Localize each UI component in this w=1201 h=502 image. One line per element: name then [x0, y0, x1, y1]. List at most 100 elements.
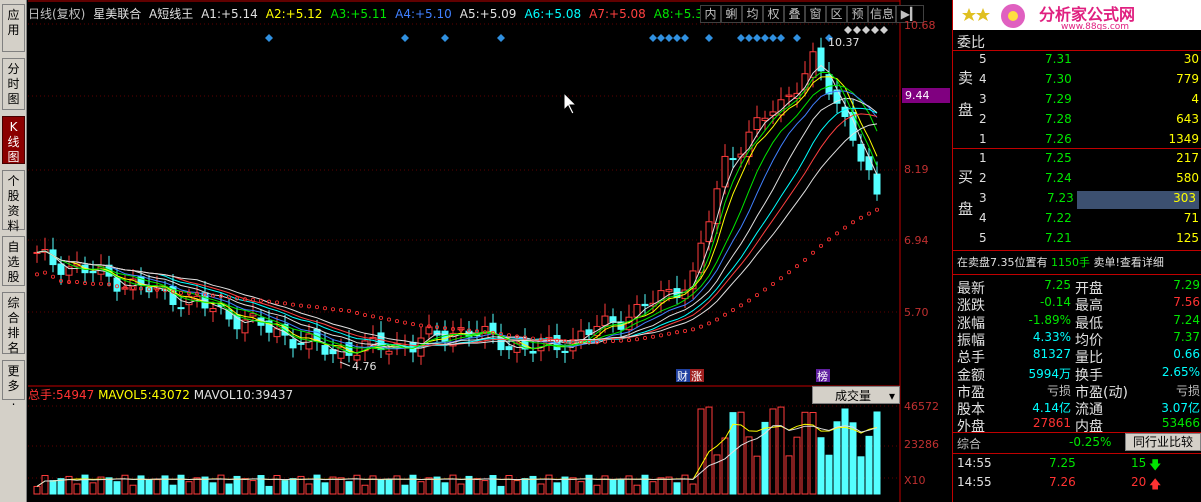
order-notice[interactable]: 在卖盘7.35位置有 1150手 卖单!查看详细 — [957, 254, 1164, 272]
signal-diamond — [441, 34, 449, 42]
signal-diamond — [665, 34, 673, 42]
level-price: 7.24 — [1045, 171, 1072, 185]
stat-value: -1.89% — [1028, 312, 1071, 327]
long-ma-dot — [274, 300, 279, 305]
bid-row[interactable]: 3 7.23 303 — [979, 191, 1199, 209]
logo-url: www.88gs.com — [1061, 22, 1129, 30]
left-tab-6[interactable]: 更 多 . — [2, 360, 25, 408]
signal-diamond — [769, 34, 777, 42]
long-ma-dot — [683, 328, 688, 333]
ask-row[interactable]: 5 7.31 30 — [953, 52, 1201, 70]
peer-compare-button[interactable]: 同行业比较 — [1125, 433, 1201, 451]
limit-up-tag: 涨 — [691, 370, 702, 383]
chart-area[interactable]: 10.37 4.76 财涨 榜 — [28, 0, 901, 502]
indicator-value-4: A4:+5.10 — [395, 7, 456, 21]
volume-bar — [129, 484, 137, 495]
candle-body — [865, 156, 873, 171]
long-ma-dot — [314, 305, 319, 310]
volume-bar — [321, 482, 329, 495]
long-ma-dot — [651, 334, 656, 339]
toolbar-button-3[interactable]: 权 — [763, 5, 784, 23]
candle-body — [33, 251, 41, 254]
long-ma-dot — [747, 298, 752, 303]
volume-tick-label: 46572 — [904, 400, 939, 413]
toolbar-button-5[interactable]: 窗 — [805, 5, 826, 23]
arrow-up-icon: 🡅 — [1149, 477, 1162, 491]
volume-bar — [505, 475, 513, 495]
volume-bar — [425, 477, 433, 495]
kline-chart[interactable]: 10.37 4.76 财涨 榜 — [28, 0, 901, 502]
toolbar-button-8[interactable]: 信息 — [868, 5, 896, 23]
price-tick-label: 8.19 — [904, 163, 929, 176]
bid-row[interactable]: 4 7.22 71 — [953, 211, 1201, 229]
mavol10-label: MAVOL10: — [193, 388, 255, 402]
toolbar-button-7[interactable]: 预 — [847, 5, 868, 23]
arrow-down-icon: 🡇 — [1149, 458, 1162, 472]
volume-bar — [673, 482, 681, 495]
volume-bar — [521, 478, 529, 495]
left-tab-2[interactable]: K 线 图 — [2, 116, 25, 164]
left-tab-3[interactable]: 个 股 资 料 — [2, 170, 25, 233]
toolbar-button-4[interactable]: 叠 — [784, 5, 805, 23]
tick-price: 7.26 — [1049, 475, 1076, 489]
chevron-down-icon: ▾ — [888, 389, 895, 403]
volume-bar — [481, 480, 489, 495]
kline-window: 应 用分 时 图 K 线 图个 股 资 料自 选 股综 合 排 名更 多 . 10… — [0, 0, 1201, 502]
bid-row[interactable]: 1 7.25 217 — [953, 151, 1201, 169]
toolbar-button-1[interactable]: 蜊 — [721, 5, 742, 23]
stat-value: 0.66 — [1173, 347, 1200, 362]
notice-link[interactable]: 卖单!查看详细 — [1094, 256, 1164, 269]
candle-body — [505, 346, 513, 351]
volume-bar — [553, 482, 561, 495]
candle-body — [289, 339, 297, 349]
bid-row[interactable]: 5 7.21 125 — [953, 231, 1201, 249]
long-ma-dot — [875, 207, 880, 212]
indicator-number: +5.08 — [609, 7, 646, 21]
volume-bar — [497, 485, 505, 495]
period-label: 日线(复权) — [28, 7, 86, 21]
indicator-number: +5.12 — [285, 7, 323, 21]
long-ma-dot — [691, 327, 696, 332]
long-ma-dot — [346, 308, 351, 313]
toolbar-button-2[interactable]: 均 — [742, 5, 763, 23]
signal-diamond — [777, 34, 785, 42]
stat-row: 最新 7.25 开盘 7.29 — [957, 278, 1200, 297]
stat-row: 涨幅 -1.89% 最低 7.24 — [957, 312, 1200, 332]
signal-diamond-white — [880, 26, 888, 34]
toolbar-button-6[interactable]: 区 — [826, 5, 847, 23]
mouse-cursor-icon — [563, 91, 578, 115]
volume-bar — [153, 479, 161, 495]
indicator-label: A5: — [459, 7, 480, 21]
volume-bar — [753, 455, 761, 495]
left-tab-5[interactable]: 综 合 排 名 — [2, 292, 25, 355]
indicator-name: A短线王 — [149, 7, 194, 21]
bid-row[interactable]: 2 7.24 580 — [953, 171, 1201, 189]
toolbar-button-0[interactable]: 内 — [700, 5, 721, 23]
long-ma-dot — [282, 301, 287, 306]
left-tab-0[interactable]: 应 用 — [2, 4, 25, 52]
volume-indicator-select[interactable]: 成交量 ▾ — [812, 386, 900, 404]
long-ma-dots — [35, 207, 880, 345]
stat-value: 7.56 — [1173, 295, 1200, 310]
long-ma-dot — [779, 276, 784, 281]
level-volume: 1349 — [1168, 132, 1199, 146]
indicator-value-2: A2:+5.12 — [266, 7, 327, 21]
long-ma-dot — [771, 281, 776, 286]
volume-bar — [833, 421, 841, 495]
ask-row[interactable]: 2 7.28 643 — [953, 112, 1201, 130]
volume-bar — [49, 480, 57, 495]
stat-value: 81327 — [1032, 347, 1071, 362]
ask-row[interactable]: 4 7.30 779 — [953, 72, 1201, 90]
ask-row[interactable]: 3 7.29 4 — [953, 92, 1201, 110]
left-tab-4[interactable]: 自 选 股 — [2, 236, 25, 286]
signal-diamond-white — [862, 26, 870, 34]
level-index: 4 — [979, 211, 987, 225]
volume-bar — [89, 482, 97, 495]
stat-value: 7.37 — [1173, 329, 1200, 344]
level-volume: 779 — [1176, 72, 1199, 86]
volume-bar — [577, 481, 585, 495]
left-tab-1[interactable]: 分 时 图 — [2, 58, 25, 110]
stat-value: 2.65% — [1161, 364, 1200, 379]
site-logo: 分析家公式网 www.88gs.com — [953, 0, 1201, 32]
stat-row: 金额 5994万 换手 2.65% — [957, 364, 1200, 384]
